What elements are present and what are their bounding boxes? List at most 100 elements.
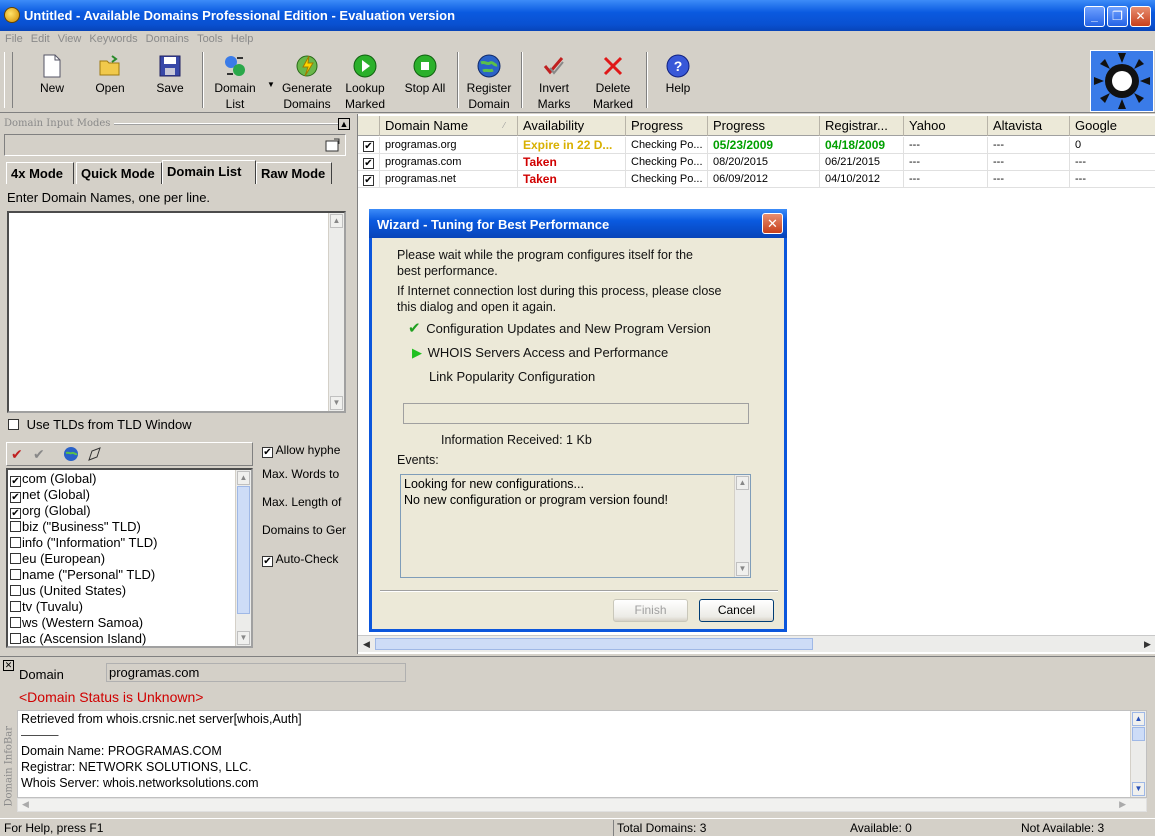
invert-marks-button[interactable]: Invert Marks	[530, 50, 578, 112]
toolbar-grip[interactable]	[4, 52, 13, 108]
delete-marked-button[interactable]: Delete Marked	[588, 50, 638, 112]
whois-horizontal-scrollbar[interactable]: ◀ ▶	[17, 798, 1147, 812]
header-altavista[interactable]: Altavista	[988, 116, 1070, 136]
table-row[interactable]: ✔ programas.net Taken Checking Po... 06/09/2…	[358, 171, 1155, 188]
maximize-button[interactable]: ❐	[1107, 6, 1128, 27]
scroll-left-arrow-icon[interactable]: ◀	[22, 799, 29, 810]
app-icon[interactable]	[4, 7, 20, 23]
tld-checkbox[interactable]	[10, 553, 21, 564]
generate-domains-button[interactable]: Generate Domains	[278, 50, 336, 112]
menu-keywords[interactable]: Keywords	[85, 32, 141, 45]
menu-tools[interactable]: Tools	[193, 32, 227, 45]
tld-item[interactable]: ws (Western Samoa)	[10, 615, 143, 631]
open-button[interactable]: Open	[88, 50, 132, 112]
header-progress-2[interactable]: Progress	[708, 116, 820, 136]
tld-checkbox[interactable]	[10, 569, 21, 580]
scroll-right-arrow-icon[interactable]: ▶	[1119, 799, 1126, 810]
menu-view[interactable]: View	[54, 32, 86, 45]
check-all-icon[interactable]: ✔	[11, 446, 23, 463]
scroll-up-arrow-icon[interactable]: ▲	[736, 476, 749, 490]
header-availability[interactable]: Availability	[518, 116, 626, 136]
scroll-right-arrow-icon[interactable]: ▶	[1140, 637, 1155, 651]
tld-item[interactable]: ✔ org (Global)	[10, 503, 91, 519]
stop-all-button[interactable]: Stop All	[398, 50, 452, 112]
tld-list-scrollbar[interactable]: ▲ ▼	[235, 470, 251, 646]
tld-checkbox[interactable]	[10, 537, 21, 548]
tld-checkbox[interactable]	[10, 521, 21, 532]
finish-button[interactable]: Finish	[613, 599, 688, 622]
header-progress[interactable]: Progress	[626, 116, 708, 136]
tld-item[interactable]: tv (Tuvalu)	[10, 599, 83, 615]
tab-domain-list[interactable]: Domain List	[162, 160, 256, 184]
tld-checkbox[interactable]	[10, 617, 21, 628]
menu-file[interactable]: File	[0, 32, 27, 45]
tld-item[interactable]: us (United States)	[10, 583, 126, 599]
scroll-thumb[interactable]	[1132, 727, 1145, 741]
menu-domains[interactable]: Domains	[142, 32, 193, 45]
scroll-thumb[interactable]	[375, 638, 813, 650]
settings-icon[interactable]	[325, 137, 341, 153]
scroll-down-arrow-icon[interactable]: ▼	[1132, 782, 1145, 796]
vertical-scrollbar[interactable]: ▲ ▼	[328, 213, 344, 411]
grid-horizontal-scrollbar[interactable]: ◀ ▶	[358, 635, 1155, 652]
scroll-left-arrow-icon[interactable]: ◀	[359, 637, 374, 651]
tab-4x-mode[interactable]: 4x Mode	[6, 162, 74, 184]
header-registrar[interactable]: Registrar...	[820, 116, 904, 136]
use-tlds-checkbox[interactable]: Use TLDs from TLD Window	[8, 417, 192, 432]
tld-checkbox[interactable]: ✔	[10, 492, 21, 503]
scroll-up-arrow-icon[interactable]: ▲	[237, 471, 250, 485]
menu-edit[interactable]: Edit	[27, 32, 54, 45]
scroll-down-arrow-icon[interactable]: ▼	[736, 562, 749, 576]
whois-scrollbar[interactable]: ▲ ▼	[1130, 711, 1146, 797]
lookup-marked-button[interactable]: Lookup Marked	[340, 50, 390, 112]
table-row[interactable]: ✔ programas.org Expire in 22 D... Checking …	[358, 137, 1155, 154]
use-tlds-check[interactable]	[8, 419, 19, 430]
tld-checkbox[interactable]	[10, 585, 21, 596]
close-button[interactable]: ✕	[1130, 6, 1151, 27]
infobar-close-button[interactable]: ✕	[3, 660, 14, 671]
row-checkbox[interactable]: ✔	[363, 158, 374, 169]
tld-item[interactable]: biz ("Business" TLD)	[10, 519, 141, 535]
dialog-close-button[interactable]: ✕	[762, 213, 783, 234]
new-button[interactable]: New	[30, 50, 74, 112]
save-button[interactable]: Save	[148, 50, 192, 112]
tld-item[interactable]: ✔ net (Global)	[10, 487, 90, 503]
tld-item[interactable]: eu (European)	[10, 551, 105, 567]
row-checkbox[interactable]: ✔	[363, 141, 374, 152]
whois-output[interactable]: Retrieved from whois.crsnic.net server[w…	[17, 710, 1147, 798]
header-check-column[interactable]	[358, 116, 380, 136]
tld-checkbox[interactable]	[10, 633, 21, 644]
domain-names-input[interactable]: ▲ ▼	[7, 211, 346, 413]
infobar-domain-field[interactable]: programas.com	[106, 663, 406, 682]
uncheck-all-icon[interactable]: ✔	[33, 446, 45, 463]
domain-list-button[interactable]: Domain List	[208, 50, 262, 112]
tld-item[interactable]: name ("Personal" TLD)	[10, 567, 155, 583]
register-domain-button[interactable]: Register Domain	[462, 50, 516, 112]
header-domain-name[interactable]: Domain Name ⁄	[380, 116, 518, 136]
row-checkbox[interactable]: ✔	[363, 175, 374, 186]
cancel-button[interactable]: Cancel	[699, 599, 774, 622]
scroll-down-arrow-icon[interactable]: ▼	[237, 631, 250, 645]
menu-help[interactable]: Help	[227, 32, 258, 45]
minimize-button[interactable]: _	[1084, 6, 1105, 27]
scroll-thumb[interactable]	[237, 486, 250, 614]
table-row[interactable]: ✔ programas.com Taken Checking Po... 08/20/2…	[358, 154, 1155, 171]
scroll-up-arrow-icon[interactable]: ▲	[330, 214, 343, 228]
auto-check-check[interactable]: ✔	[262, 556, 273, 567]
scroll-up-arrow-icon[interactable]: ▲	[1132, 712, 1145, 726]
tld-edit-icon[interactable]	[87, 446, 103, 465]
tld-checkbox[interactable]: ✔	[10, 508, 21, 519]
help-button[interactable]: ? Help	[656, 50, 700, 112]
tld-item[interactable]: info ("Information" TLD)	[10, 535, 157, 551]
allow-hyphens-check[interactable]: ✔	[262, 447, 273, 458]
scroll-down-arrow-icon[interactable]: ▼	[330, 396, 343, 410]
header-google[interactable]: Google	[1070, 116, 1155, 136]
auto-check-option[interactable]: ✔ Auto-Check	[262, 551, 338, 567]
events-scrollbar[interactable]: ▲ ▼	[734, 475, 750, 577]
tld-checkbox[interactable]: ✔	[10, 476, 21, 487]
pane-close-button[interactable]: ▲	[338, 118, 350, 130]
tab-quick-mode[interactable]: Quick Mode	[76, 162, 162, 184]
dropdown-arrow-icon[interactable]: ▼	[267, 80, 275, 89]
tld-checkbox[interactable]	[10, 601, 21, 612]
tab-raw-mode[interactable]: Raw Mode	[256, 162, 332, 184]
